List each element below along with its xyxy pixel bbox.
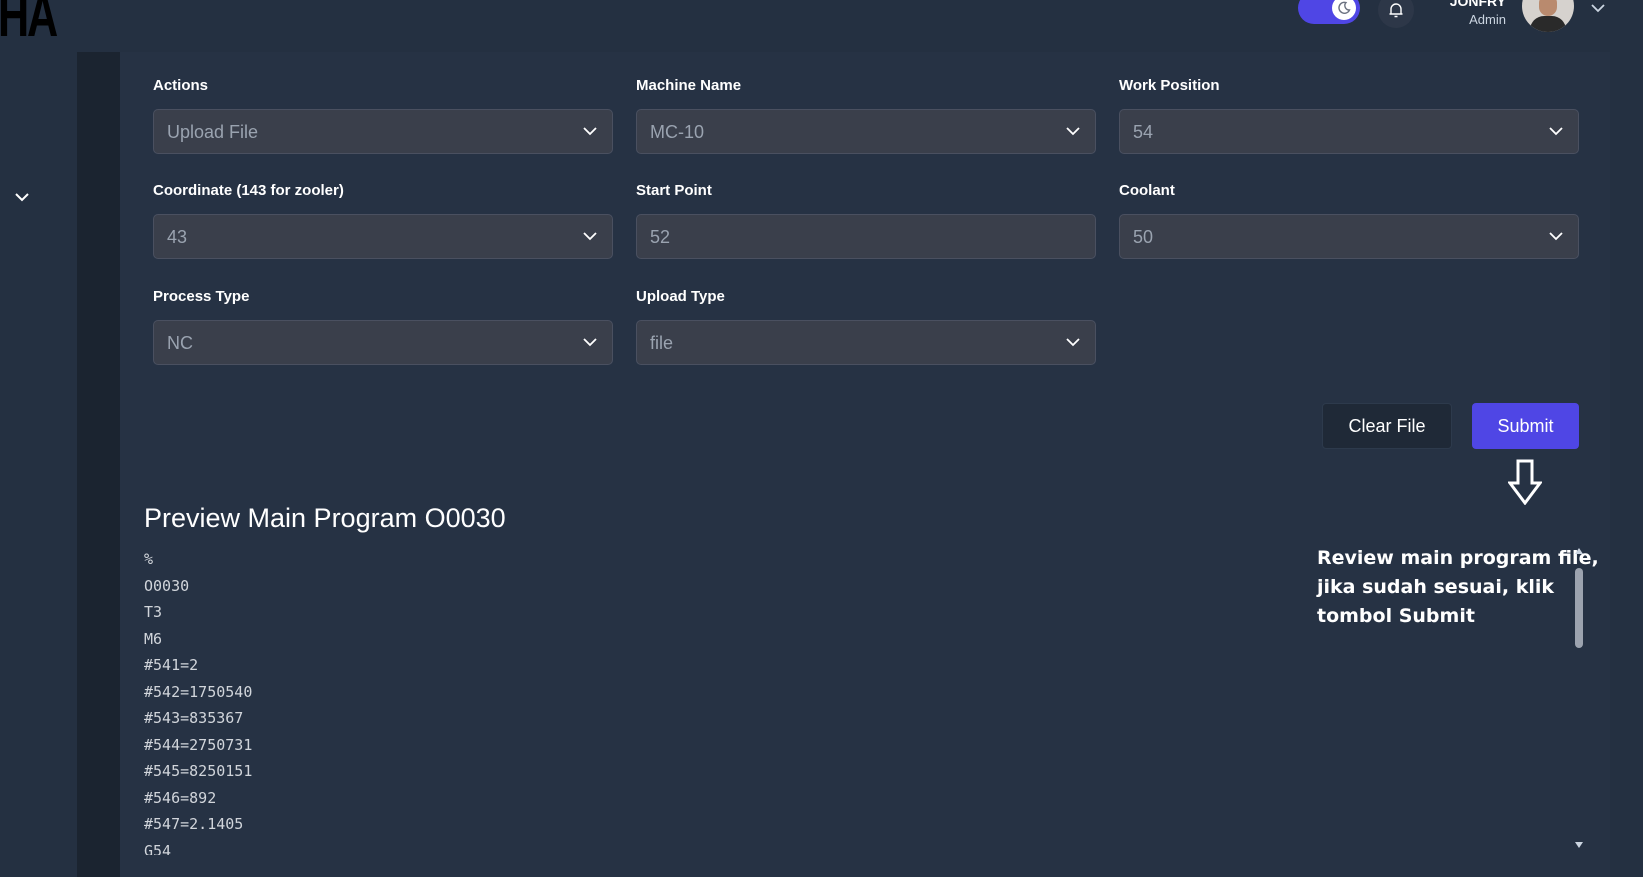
scroll-down-arrow-icon[interactable] bbox=[1575, 842, 1583, 848]
user-role: Admin bbox=[1469, 12, 1506, 27]
coordinate-select[interactable]: 43 bbox=[153, 214, 613, 259]
code-line: #542=1750540 bbox=[144, 682, 253, 701]
code-line: M6 bbox=[144, 629, 163, 648]
code-line: #544=2750731 bbox=[144, 735, 253, 754]
scroll-up-arrow-icon[interactable] bbox=[1575, 548, 1583, 554]
code-line: G54 bbox=[144, 841, 172, 856]
code-line: O0030 bbox=[144, 576, 190, 595]
work-position-select-value: 54 bbox=[1133, 122, 1154, 142]
avatar[interactable] bbox=[1522, 0, 1574, 32]
theme-toggle[interactable] bbox=[1298, 0, 1360, 24]
start-point-input[interactable]: 52 bbox=[636, 214, 1096, 259]
notifications-button[interactable] bbox=[1378, 0, 1414, 28]
chevron-down-icon bbox=[1549, 127, 1563, 136]
user-name: JONFRY bbox=[1449, 0, 1506, 9]
code-line: #541=2 bbox=[144, 656, 199, 674]
avatar-head bbox=[1539, 0, 1557, 16]
code-line: #547=2.1405 bbox=[144, 815, 244, 833]
chevron-down-icon bbox=[1549, 232, 1563, 241]
coolant-label: Coolant bbox=[1119, 182, 1175, 199]
chevron-down-icon bbox=[583, 127, 597, 136]
code-line: T3 bbox=[144, 603, 163, 621]
bell-icon bbox=[1389, 3, 1403, 18]
upload-type-label: Upload Type bbox=[636, 288, 725, 305]
actions-label: Actions bbox=[153, 77, 209, 94]
sidebar-strip bbox=[77, 52, 120, 877]
coordinate-select-value: 43 bbox=[167, 227, 188, 247]
preview-title: Preview Main Program O0030 bbox=[144, 503, 506, 533]
chevron-down-icon[interactable] bbox=[1590, 2, 1606, 14]
work-position-label: Work Position bbox=[1119, 77, 1220, 94]
start-point-input-value: 52 bbox=[650, 227, 671, 247]
process-type-label: Process Type bbox=[153, 288, 250, 305]
work-position-select[interactable]: 54 bbox=[1119, 109, 1579, 154]
code-line: #546=892 bbox=[144, 788, 217, 807]
chevron-down-icon bbox=[1066, 338, 1080, 347]
preview-scrollbar[interactable] bbox=[1573, 548, 1585, 848]
machine-name-label: Machine Name bbox=[636, 77, 742, 94]
avatar-body bbox=[1530, 16, 1566, 32]
chevron-down-icon bbox=[583, 338, 597, 347]
chevron-down-icon bbox=[1066, 127, 1080, 136]
program-preview[interactable]: % O0030 T3 M6 #541=2 #542=1750540 #543=8… bbox=[144, 546, 1564, 855]
clear-file-button[interactable]: Clear File bbox=[1322, 403, 1452, 449]
coolant-select-value: 50 bbox=[1133, 227, 1154, 247]
code-line: #545=8250151 bbox=[144, 762, 253, 780]
scroll-thumb[interactable] bbox=[1575, 568, 1583, 648]
submit-button[interactable]: Submit bbox=[1472, 403, 1579, 449]
code-line: % bbox=[144, 550, 154, 568]
coordinate-label: Coordinate (143 for zooler) bbox=[153, 182, 344, 199]
moon-icon bbox=[1338, 1, 1351, 14]
process-type-select[interactable]: NC bbox=[153, 320, 613, 365]
theme-toggle-knob bbox=[1332, 0, 1356, 20]
coolant-select[interactable]: 50 bbox=[1119, 214, 1579, 259]
start-point-label: Start Point bbox=[636, 182, 712, 199]
machine-name-select-value: MC-10 bbox=[650, 122, 705, 142]
actions-select-value: Upload File bbox=[167, 122, 259, 142]
actions-select[interactable]: Upload File bbox=[153, 109, 613, 154]
machine-name-select[interactable]: MC-10 bbox=[636, 109, 1096, 154]
chevron-down-icon bbox=[583, 232, 597, 241]
down-arrow-icon bbox=[1508, 459, 1542, 505]
code-line: #543=835367 bbox=[144, 709, 244, 727]
sidebar-chevron-down-icon[interactable] bbox=[14, 191, 30, 203]
upload-type-select-value: file bbox=[650, 333, 674, 353]
app-logo[interactable]: HA bbox=[0, 0, 58, 46]
process-type-select-value: NC bbox=[167, 333, 193, 353]
upload-type-select[interactable]: file bbox=[636, 320, 1096, 365]
top-bar: HA JONFRY Admin bbox=[0, 0, 1643, 52]
page-right-edge bbox=[1610, 52, 1643, 877]
